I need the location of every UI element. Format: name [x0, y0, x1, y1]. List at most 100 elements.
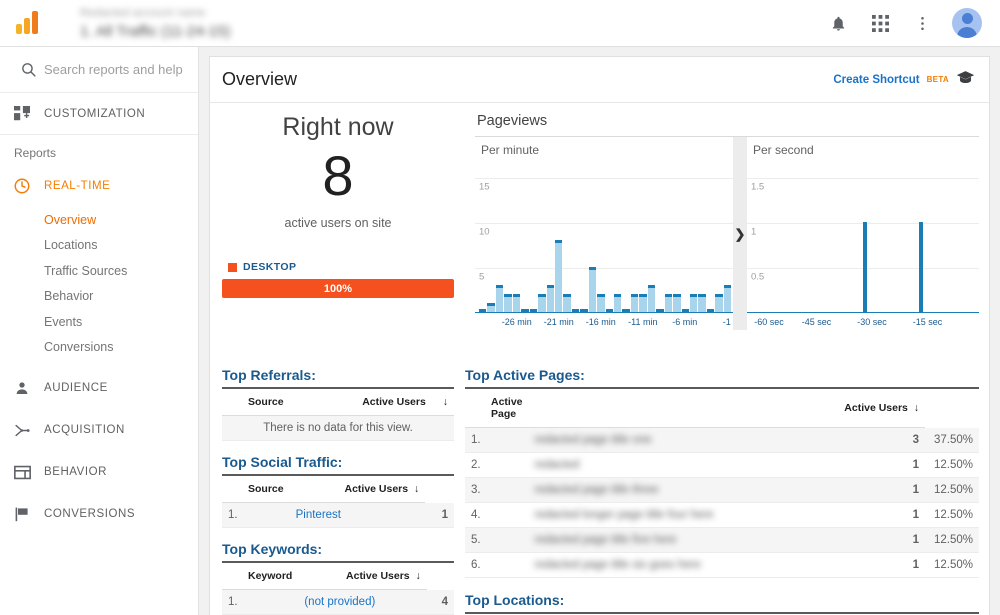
top-social-block: Top Social Traffic: Source Active Users … [222, 454, 454, 528]
sidebar-item-locations[interactable]: Locations [0, 233, 198, 259]
per-minute-bars [479, 151, 731, 312]
table-row: 6.redacted page title six goes here112.5… [465, 553, 979, 578]
top-referrals-table: Source Active Users ↓ There is no data f… [222, 389, 454, 441]
row-keyword[interactable]: (not provided) [298, 590, 426, 615]
per-minute-x-axis: -26 min-21 min-16 min-11 min-6 min-1 [475, 312, 733, 330]
device-legend[interactable]: DESKTOP [222, 261, 454, 273]
chart-bar [487, 303, 494, 312]
sidebar-item-label: CONVERSIONS [44, 508, 135, 520]
chart-bar [724, 285, 731, 312]
x-axis-tick: -45 sec [802, 317, 832, 327]
chart-bar [547, 285, 554, 312]
beta-badge: BETA [927, 75, 949, 84]
page-header-actions: Create Shortcut BETA [833, 70, 975, 90]
sidebar-subitem-label: Locations [44, 238, 98, 252]
table-row: 1. (not provided) 4 [222, 590, 454, 615]
per-minute-chart: Per minute 51015 -26 min-21 min-16 min-1… [475, 137, 733, 330]
row-active-users: 1 [890, 528, 925, 553]
create-shortcut-button[interactable]: Create Shortcut [833, 74, 919, 86]
charts-divider[interactable]: ❯ [733, 137, 747, 330]
sidebar-subitem-label: Traffic Sources [44, 264, 127, 278]
top-keywords-table: Keyword Active Users ↓ 1. (not provided)… [222, 563, 454, 615]
behavior-icon [0, 464, 44, 481]
search-input[interactable] [44, 62, 184, 77]
chart-bar [589, 267, 596, 312]
legend-label-desktop: DESKTOP [243, 261, 296, 273]
chart-bar [665, 294, 672, 312]
sidebar: CUSTOMIZATION Reports REAL-TIME Overview… [0, 47, 199, 615]
chart-bar [690, 294, 697, 312]
reports-section-label: Reports [0, 135, 198, 165]
row-page[interactable]: redacted [529, 453, 891, 478]
chart-bar [715, 294, 722, 312]
sidebar-item-events[interactable]: Events [0, 309, 198, 335]
more-vertical-icon[interactable] [910, 11, 934, 35]
row-index: 1. [222, 590, 298, 615]
table-row: 1.redacted page title one337.50% [465, 428, 979, 453]
column-keyword[interactable]: Keyword [222, 563, 298, 590]
column-active-users[interactable]: Active Users ↓ [529, 389, 925, 428]
legend-swatch-desktop [228, 263, 237, 272]
apps-grid-icon[interactable] [868, 11, 892, 35]
top-active-pages-block: Top Active Pages: Active Page Active Use… [465, 367, 979, 578]
top-keywords-block: Top Keywords: Keyword Active Users ↓ 1. … [222, 541, 454, 615]
per-second-x-axis: -60 sec-45 sec-30 sec-15 sec [747, 312, 979, 330]
bell-icon[interactable] [826, 11, 850, 35]
chevron-right-icon[interactable]: ❯ [735, 227, 746, 240]
column-source[interactable]: Source [222, 389, 317, 416]
pageviews-charts: Per minute 51015 -26 min-21 min-16 min-1… [475, 136, 979, 330]
table-row: 3.redacted page title three112.50% [465, 478, 979, 503]
row-page[interactable]: redacted page title one [529, 428, 891, 453]
arrow-down-icon: ↓ [413, 570, 421, 582]
x-axis-tick: -16 min [586, 317, 616, 327]
row-active-users: 1 [890, 553, 925, 578]
search-reports-row[interactable] [0, 47, 198, 93]
sidebar-item-conversions-group[interactable]: CONVERSIONS [0, 493, 198, 535]
sidebar-item-overview[interactable]: Overview [0, 207, 198, 233]
row-page[interactable]: redacted page title three [529, 478, 891, 503]
top-locations-title: Top Locations: [465, 592, 979, 614]
row-page[interactable]: redacted page title five here [529, 528, 891, 553]
top-keywords-title: Top Keywords: [222, 541, 454, 563]
sidebar-item-conversions[interactable]: Conversions [0, 335, 198, 361]
sidebar-item-customization[interactable]: CUSTOMIZATION [0, 93, 198, 135]
column-active-users[interactable]: Active Users ↓ [298, 563, 426, 590]
table-header-row: Keyword Active Users ↓ [222, 563, 454, 590]
top-active-pages-table: Active Page Active Users ↓ 1.redacted pa… [465, 389, 979, 578]
search-icon [12, 61, 44, 78]
sidebar-item-behavior-group[interactable]: BEHAVIOR [0, 451, 198, 493]
table-row: 2.redacted112.50% [465, 453, 979, 478]
chart-bar [614, 294, 621, 312]
account-selector[interactable]: Redacted account name 1. All Traffic (11… [56, 7, 230, 40]
table-row: 5.redacted page title five here112.50% [465, 528, 979, 553]
row-index: 3. [465, 478, 529, 503]
sidebar-item-acquisition[interactable]: ACQUISITION [0, 409, 198, 451]
row-index: 5. [465, 528, 529, 553]
column-active-users[interactable]: Active Users ↓ [317, 389, 454, 416]
row-page[interactable]: redacted longer page title four here [529, 503, 891, 528]
x-axis-tick: -30 sec [857, 317, 887, 327]
row-page[interactable]: redacted page title six goes here [529, 553, 891, 578]
top-social-table: Source Active Users ↓ 1. Pinterest 1 [222, 476, 454, 528]
top-locations-block: Top Locations: [465, 592, 979, 615]
column-source[interactable]: Source [222, 476, 290, 503]
row-active-users: 3 [890, 428, 925, 453]
column-active-users[interactable]: Active Users ↓ [290, 476, 426, 503]
x-axis-tick: -1 [723, 317, 731, 327]
graduation-cap-icon[interactable] [956, 70, 975, 90]
chart-bar [863, 222, 867, 312]
row-active-users: 1 [890, 453, 925, 478]
main-content: Overview Create Shortcut BETA Right now … [199, 47, 1000, 615]
google-analytics-logo[interactable] [0, 10, 56, 36]
sidebar-item-audience[interactable]: AUDIENCE [0, 367, 198, 409]
x-axis-tick: -15 sec [913, 317, 943, 327]
sidebar-item-behavior[interactable]: Behavior [0, 284, 198, 310]
active-users-label: active users on site [222, 216, 454, 230]
sidebar-item-real-time[interactable]: REAL-TIME [0, 165, 198, 207]
column-active-page[interactable]: Active Page [465, 389, 529, 428]
sidebar-item-traffic-sources[interactable]: Traffic Sources [0, 258, 198, 284]
row-percent: 12.50% [925, 453, 979, 478]
arrow-down-icon: ↓ [411, 483, 419, 495]
user-avatar[interactable] [952, 8, 982, 38]
row-source[interactable]: Pinterest [290, 503, 426, 528]
